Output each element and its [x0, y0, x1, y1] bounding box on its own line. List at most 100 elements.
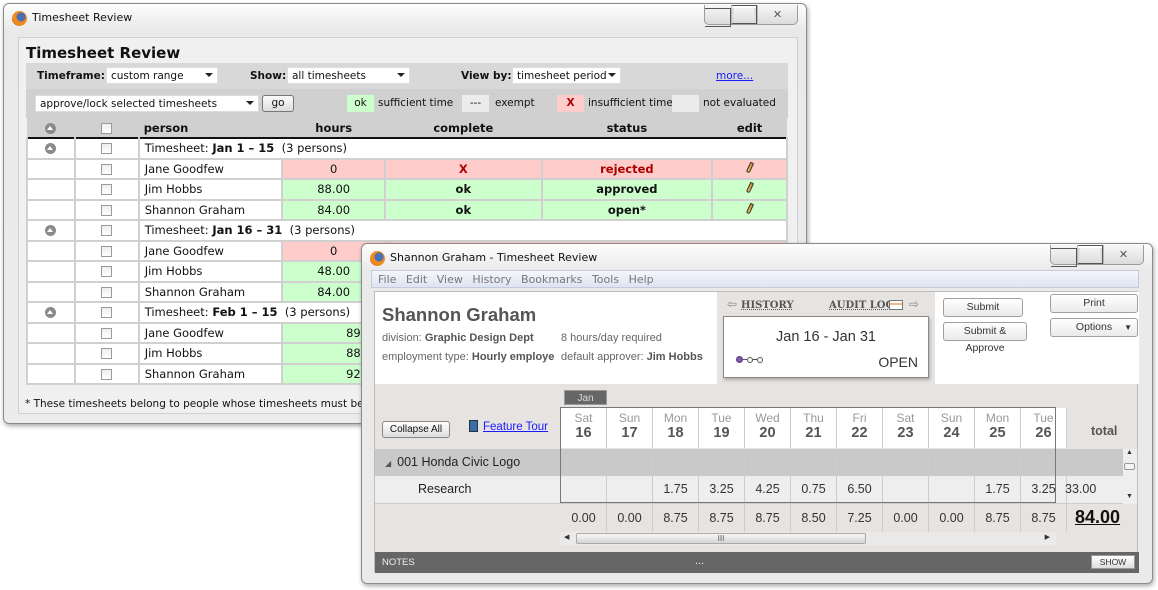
hours-input-cell[interactable]: 6.50 — [837, 476, 883, 503]
maximize-button[interactable] — [1077, 245, 1103, 264]
row-checkbox[interactable] — [73, 362, 140, 385]
firefox-icon — [12, 11, 27, 26]
person-cell[interactable]: Jim Hobbs — [137, 178, 284, 201]
timeframe-label: Timeframe: — [37, 70, 105, 82]
calendar-icon[interactable] — [889, 300, 903, 310]
timeframe-select[interactable]: custom range — [106, 67, 218, 84]
person-cell[interactable]: Jane Goodfew — [137, 321, 284, 344]
empty-cell — [26, 198, 76, 221]
collapse-all-button[interactable]: Collapse All — [382, 421, 450, 438]
next-period-button[interactable]: ⇨ — [909, 298, 919, 310]
person-cell[interactable]: Jim Hobbs — [137, 342, 284, 365]
menu-bookmarks[interactable]: Bookmarks — [521, 271, 582, 288]
col-complete[interactable]: complete — [385, 118, 542, 138]
edit-button[interactable] — [711, 198, 788, 221]
group-checkbox[interactable] — [73, 219, 140, 242]
history-link[interactable]: HISTORY — [741, 300, 794, 311]
close-button[interactable]: ✕ — [757, 5, 797, 24]
submit-approve-button[interactable]: Submit & Approve — [943, 322, 1027, 354]
group-collapse-toggle[interactable] — [26, 137, 76, 160]
menu-file[interactable]: File — [378, 271, 396, 288]
col-person[interactable]: person — [138, 118, 283, 138]
person-cell[interactable]: Shannon Graham — [137, 198, 284, 221]
show-notes-button[interactable]: SHOW — [1091, 555, 1135, 569]
group-row: Timesheet: Jan 16 – 31 (3 persons) — [26, 219, 789, 242]
menu-help[interactable]: Help — [629, 271, 654, 288]
more-link[interactable]: more... — [716, 70, 753, 82]
window-controls: ✕ — [1050, 245, 1144, 267]
group-prefix: Timesheet: — [144, 223, 213, 238]
group-checkbox[interactable] — [73, 301, 140, 324]
submit-button[interactable]: Submit — [943, 298, 1023, 317]
project-day-cell — [883, 449, 929, 476]
group-checkbox[interactable] — [73, 137, 140, 160]
col-status[interactable]: status — [541, 118, 713, 138]
maximize-button[interactable] — [731, 5, 757, 24]
close-button[interactable]: ✕ — [1103, 245, 1143, 264]
hours-input-cell[interactable]: 3.25 — [1021, 476, 1067, 503]
scroll-right-icon[interactable]: ▶ — [1045, 533, 1050, 541]
hours-input-cell[interactable]: 1.75 — [975, 476, 1021, 503]
edit-button[interactable] — [711, 157, 788, 180]
hours-input-cell[interactable]: 1.75 — [653, 476, 699, 503]
row-checkbox[interactable] — [73, 321, 140, 344]
hours-input-cell[interactable] — [929, 476, 975, 503]
daily-total-cell: 8.75 — [699, 504, 745, 532]
scroll-up-icon[interactable]: ▲ — [1126, 449, 1133, 456]
hours-input-cell[interactable] — [883, 476, 929, 503]
scroll-thumb[interactable]: III — [576, 533, 866, 544]
minimize-button[interactable] — [705, 5, 731, 27]
print-button[interactable]: Print — [1050, 294, 1138, 313]
day-header: Sun 17 — [607, 408, 653, 448]
hours-input-cell[interactable]: 0.75 — [791, 476, 837, 503]
menu-edit[interactable]: Edit — [406, 271, 427, 288]
feature-tour-link[interactable]: Feature Tour — [469, 420, 548, 433]
person-cell[interactable]: Jane Goodfew — [137, 239, 284, 262]
hours-input-cell[interactable]: 3.25 — [699, 476, 745, 503]
collapse-icon — [45, 122, 57, 134]
scroll-down-icon[interactable]: ▼ — [1126, 493, 1133, 500]
hours-input-cell[interactable] — [607, 476, 653, 503]
col-hours[interactable]: hours — [282, 118, 386, 138]
empty-cell — [26, 280, 76, 303]
minimize-button[interactable] — [1051, 245, 1077, 267]
menu-history[interactable]: History — [472, 271, 511, 288]
prev-period-button[interactable]: ⇦ — [727, 298, 737, 310]
collapse-all-toggle[interactable] — [27, 118, 75, 138]
menu-tools[interactable]: Tools — [592, 271, 619, 288]
pencil-icon — [745, 181, 754, 194]
menu-view[interactable]: View — [437, 271, 463, 288]
hours-input-cell[interactable] — [561, 476, 607, 503]
hours-input-cell[interactable]: 4.25 — [745, 476, 791, 503]
vertical-scrollbar[interactable]: ▲ ▼ — [1123, 449, 1137, 504]
person-cell[interactable]: Jim Hobbs — [137, 260, 284, 283]
row-checkbox[interactable] — [73, 239, 140, 262]
show-select[interactable]: all timesheets — [287, 67, 410, 84]
group-collapse-toggle[interactable] — [26, 219, 76, 242]
row-checkbox[interactable] — [73, 198, 140, 221]
edit-button[interactable] — [711, 178, 788, 201]
project-row[interactable]: ◢ 001 Honda Civic Logo — [375, 449, 1123, 476]
group-collapse-toggle[interactable] — [26, 301, 76, 324]
row-checkbox[interactable] — [73, 280, 140, 303]
person-cell[interactable]: Shannon Graham — [137, 362, 284, 385]
go-button[interactable]: go — [262, 95, 294, 112]
person-cell[interactable]: Shannon Graham — [137, 280, 284, 303]
row-checkbox[interactable] — [73, 178, 140, 201]
day-name: Sun — [618, 411, 641, 425]
hours-required: 8 hours/day required — [561, 332, 662, 344]
select-all-checkbox[interactable] — [74, 118, 139, 138]
viewby-select[interactable]: timesheet period — [512, 67, 621, 84]
scroll-left-icon[interactable]: ◀ — [564, 533, 569, 541]
row-checkbox[interactable] — [73, 157, 140, 180]
group-row: Timesheet: Jan 1 – 15 (3 persons) — [26, 137, 789, 160]
row-checkbox[interactable] — [73, 260, 140, 283]
audit-log-link[interactable]: AUDIT LOG — [829, 300, 894, 311]
scroll-thumb[interactable] — [1124, 463, 1135, 470]
bulk-action-select[interactable]: approve/lock selected timesheets — [35, 95, 259, 112]
person-cell[interactable]: Jane Goodfew — [137, 157, 284, 180]
empty-cell — [26, 239, 76, 262]
horizontal-scrollbar[interactable]: ◀ III ▶ — [560, 532, 1056, 545]
row-checkbox[interactable] — [73, 342, 140, 365]
options-button[interactable]: Options ▼ — [1050, 318, 1138, 337]
